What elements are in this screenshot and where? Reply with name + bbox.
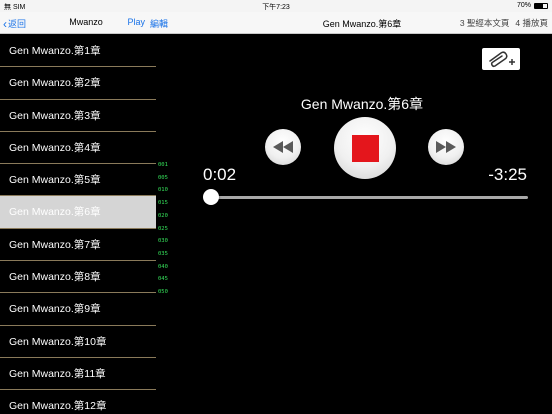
status-time: 下午7:23 bbox=[262, 4, 290, 11]
index-label[interactable]: 025 bbox=[158, 226, 168, 232]
chapter-item[interactable]: Gen Mwanzo.第11章 bbox=[0, 357, 156, 391]
playlist-page-button[interactable]: 4 播放頁 bbox=[515, 17, 548, 29]
stop-icon bbox=[351, 134, 379, 162]
elapsed-time: 0:02 bbox=[203, 165, 237, 184]
index-label[interactable]: 020 bbox=[158, 213, 168, 219]
rewind-icon bbox=[273, 141, 293, 153]
chapter-list: Gen Mwanzo.第1章 Gen Mwanzo.第2章 Gen Mwanzo.第… bbox=[0, 35, 156, 414]
chapter-item[interactable]: Gen Mwanzo.第3章 bbox=[0, 99, 156, 132]
index-label[interactable]: 030 bbox=[158, 238, 168, 244]
scripture-page-button[interactable]: 3 聖經本文頁 bbox=[460, 17, 510, 29]
chevron-left-icon: ‹ bbox=[3, 16, 7, 31]
chapter-item[interactable]: Gen Mwanzo.第9章 bbox=[0, 293, 156, 326]
chapter-item[interactable]: Gen Mwanzo.第4章 bbox=[0, 131, 156, 165]
index-label[interactable]: 005 bbox=[158, 175, 168, 181]
index-label[interactable]: 010 bbox=[158, 187, 168, 193]
index-label[interactable]: 035 bbox=[158, 251, 168, 257]
status-bar: 無 SIM 下午7:23 70% bbox=[0, 0, 552, 12]
rewind-button[interactable] bbox=[265, 129, 301, 165]
left-navigation-bar: ‹ 返回 Mwanzo Play 編輯 bbox=[0, 12, 172, 34]
battery-percent: 70% bbox=[516, 2, 531, 9]
track-title: Gen Mwanzo.第6章 bbox=[300, 96, 424, 112]
chapter-item[interactable]: Gen Mwanzo.第6章 bbox=[0, 196, 156, 229]
paperclip-plus-icon bbox=[489, 51, 515, 68]
stop-button[interactable] bbox=[334, 117, 396, 179]
fast-forward-icon bbox=[436, 141, 456, 153]
index-label[interactable]: 045 bbox=[158, 276, 168, 282]
chapter-item[interactable]: Gen Mwanzo.第2章 bbox=[0, 67, 156, 100]
index-label[interactable]: 040 bbox=[158, 264, 168, 270]
battery-icon bbox=[534, 2, 548, 9]
battery-status: 70% bbox=[517, 2, 548, 9]
index-label[interactable]: 050 bbox=[158, 289, 168, 295]
right-navigation-bar: Gen Mwanzo.第6章 3 聖經本文頁 4 播放頁 bbox=[172, 12, 552, 34]
chapter-item[interactable]: Gen Mwanzo.第10章 bbox=[0, 325, 156, 358]
index-label[interactable]: 015 bbox=[158, 200, 168, 206]
play-button[interactable]: Play bbox=[127, 17, 145, 30]
remaining-time: -3:25 bbox=[488, 165, 527, 184]
forward-button[interactable] bbox=[428, 129, 464, 165]
chapter-item[interactable]: Gen Mwanzo.第7章 bbox=[0, 228, 156, 262]
chapter-item[interactable]: Gen Mwanzo.第5章 bbox=[0, 164, 156, 197]
back-button[interactable]: ‹ 返回 bbox=[3, 17, 26, 30]
chapter-item[interactable]: Gen Mwanzo.第12章 bbox=[0, 390, 156, 414]
player-pane: Gen Mwanzo.第6章 3 聖經本文頁 4 播放頁 Gen Mwanzo.… bbox=[172, 12, 552, 414]
progress-thumb[interactable] bbox=[203, 189, 220, 205]
edit-button[interactable]: 編輯 bbox=[150, 17, 168, 30]
section-index[interactable]: 001 005 010 015 020 025 030 035 040 045 050 bbox=[156, 35, 172, 414]
chapter-pane: ‹ 返回 Mwanzo Play 編輯 Gen Mwanzo.第1章 Gen Mw… bbox=[0, 12, 172, 414]
chapter-item[interactable]: Gen Mwanzo.第8章 bbox=[0, 261, 156, 294]
progress-slider[interactable] bbox=[203, 189, 528, 205]
chapter-item[interactable]: Gen Mwanzo.第1章 bbox=[0, 35, 156, 68]
attach-button[interactable] bbox=[482, 48, 520, 70]
index-label[interactable]: 001 bbox=[158, 162, 168, 168]
back-label: 返回 bbox=[8, 19, 27, 29]
